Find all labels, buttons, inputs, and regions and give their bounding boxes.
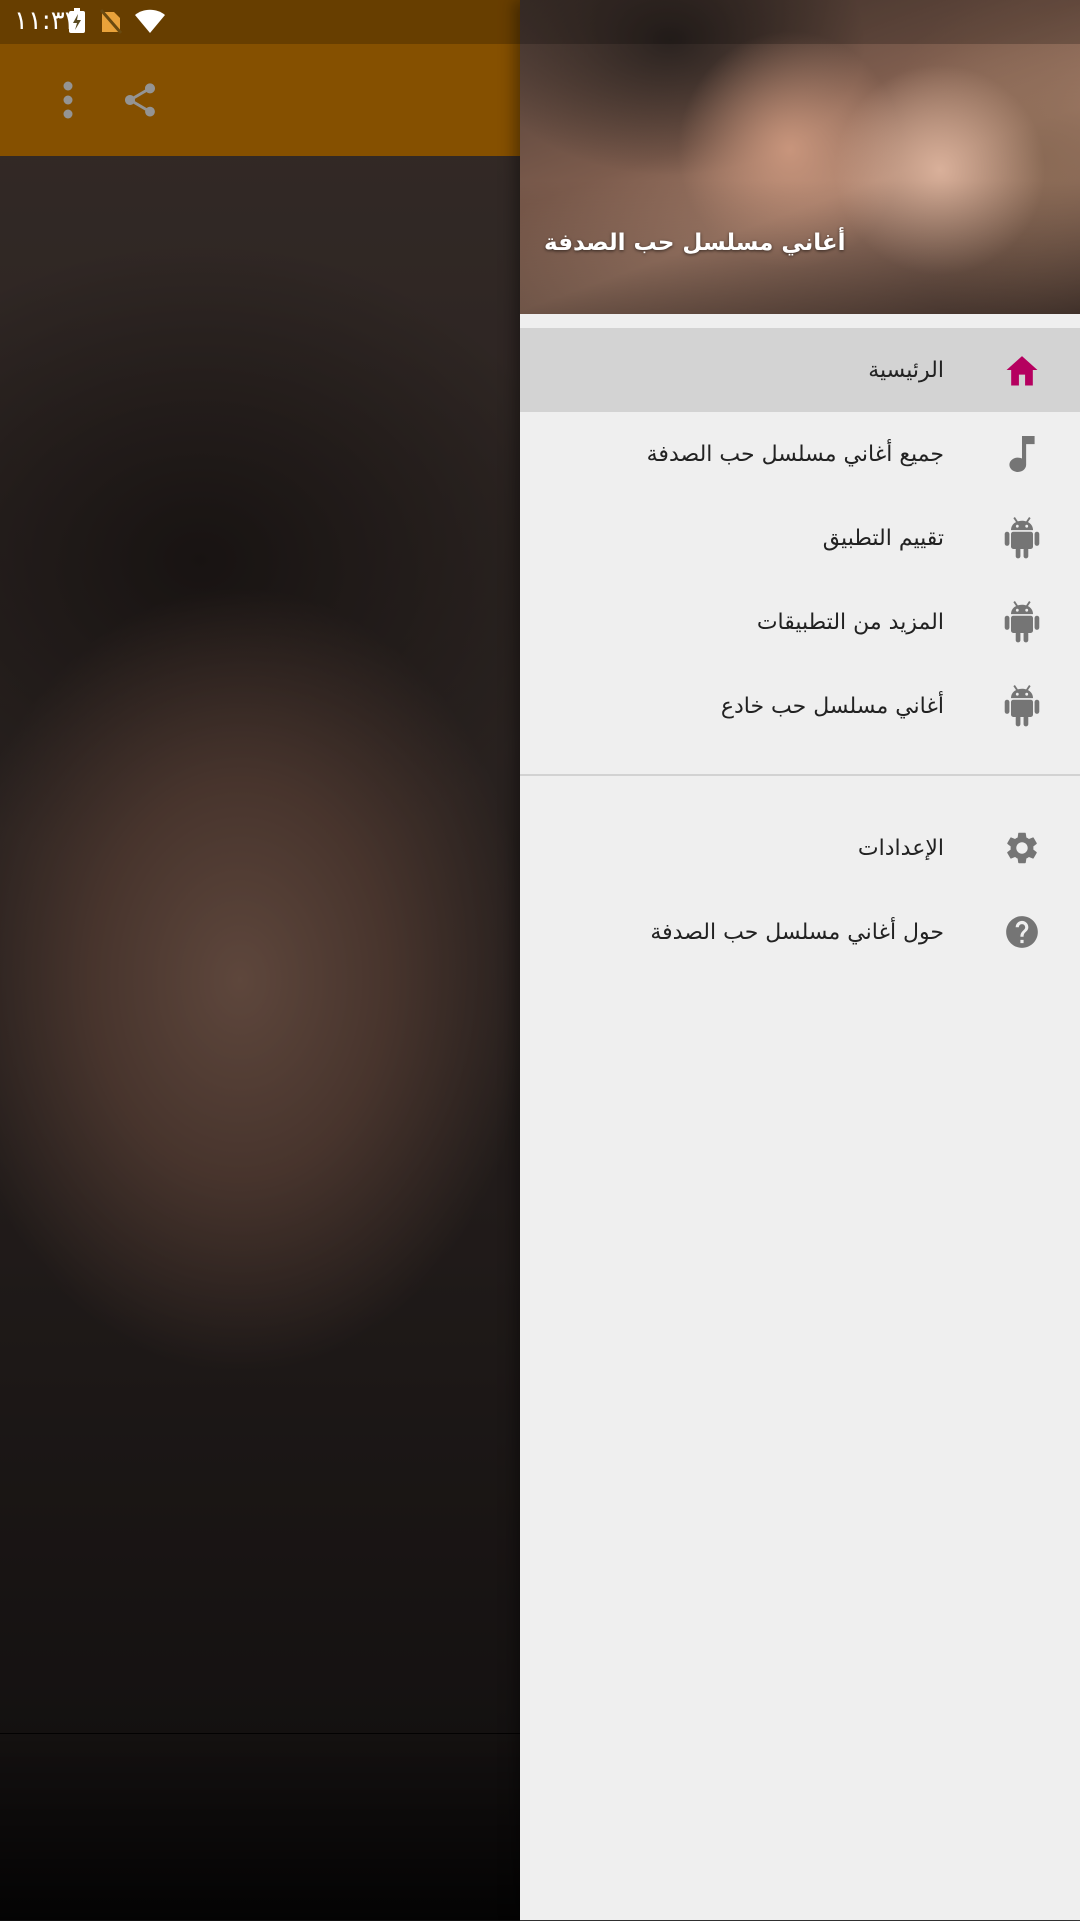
navigation-drawer: أغاني مسلسل حب الصدفة الرئيسية جميع أغان…: [520, 0, 1080, 1920]
menu-item-all-songs[interactable]: جميع أغاني مسلسل حب الصدفة: [520, 412, 1080, 496]
drawer-header-title: أغاني مسلسل حب الصدفة: [544, 230, 846, 256]
android-icon: [1002, 685, 1042, 727]
no-sim-icon: [99, 8, 123, 38]
menu-item-label: الرئيسية: [868, 357, 944, 383]
drawer-header-image: أغاني مسلسل حب الصدفة: [520, 0, 1080, 314]
status-bar: ١١:٣٢: [0, 0, 1080, 44]
menu-item-settings[interactable]: الإعدادات: [520, 806, 1080, 890]
menu-item-label: أغاني مسلسل حب خادع: [720, 693, 944, 719]
wifi-icon: [134, 8, 166, 38]
bottom-shade: [0, 1733, 520, 1921]
menu-item-label: الإعدادات: [857, 835, 944, 861]
menu-item-label: جميع أغاني مسلسل حب الصدفة: [646, 441, 944, 467]
drawer-menu: الرئيسية جميع أغاني مسلسل حب الصدفة تقيي…: [520, 328, 1080, 974]
menu-divider: [520, 774, 1080, 776]
menu-item-label: تقييم التطبيق: [822, 525, 944, 551]
home-icon: [1002, 350, 1042, 390]
help-icon: [1002, 912, 1042, 952]
menu-item-label: المزيد من التطبيقات: [756, 609, 944, 635]
menu-item-rate-app[interactable]: تقييم التطبيق: [520, 496, 1080, 580]
menu-item-other-series-songs[interactable]: أغاني مسلسل حب خادع: [520, 664, 1080, 748]
android-icon: [1002, 517, 1042, 559]
menu-item-about[interactable]: حول أغاني مسلسل حب الصدفة: [520, 890, 1080, 974]
settings-gear-icon: [1002, 828, 1042, 868]
battery-charging-icon: [68, 8, 86, 38]
music-note-icon: [1002, 434, 1042, 474]
android-icon: [1002, 601, 1042, 643]
menu-item-home[interactable]: الرئيسية: [520, 328, 1080, 412]
menu-item-more-apps[interactable]: المزيد من التطبيقات: [520, 580, 1080, 664]
menu-item-label: حول أغاني مسلسل حب الصدفة: [650, 919, 944, 945]
